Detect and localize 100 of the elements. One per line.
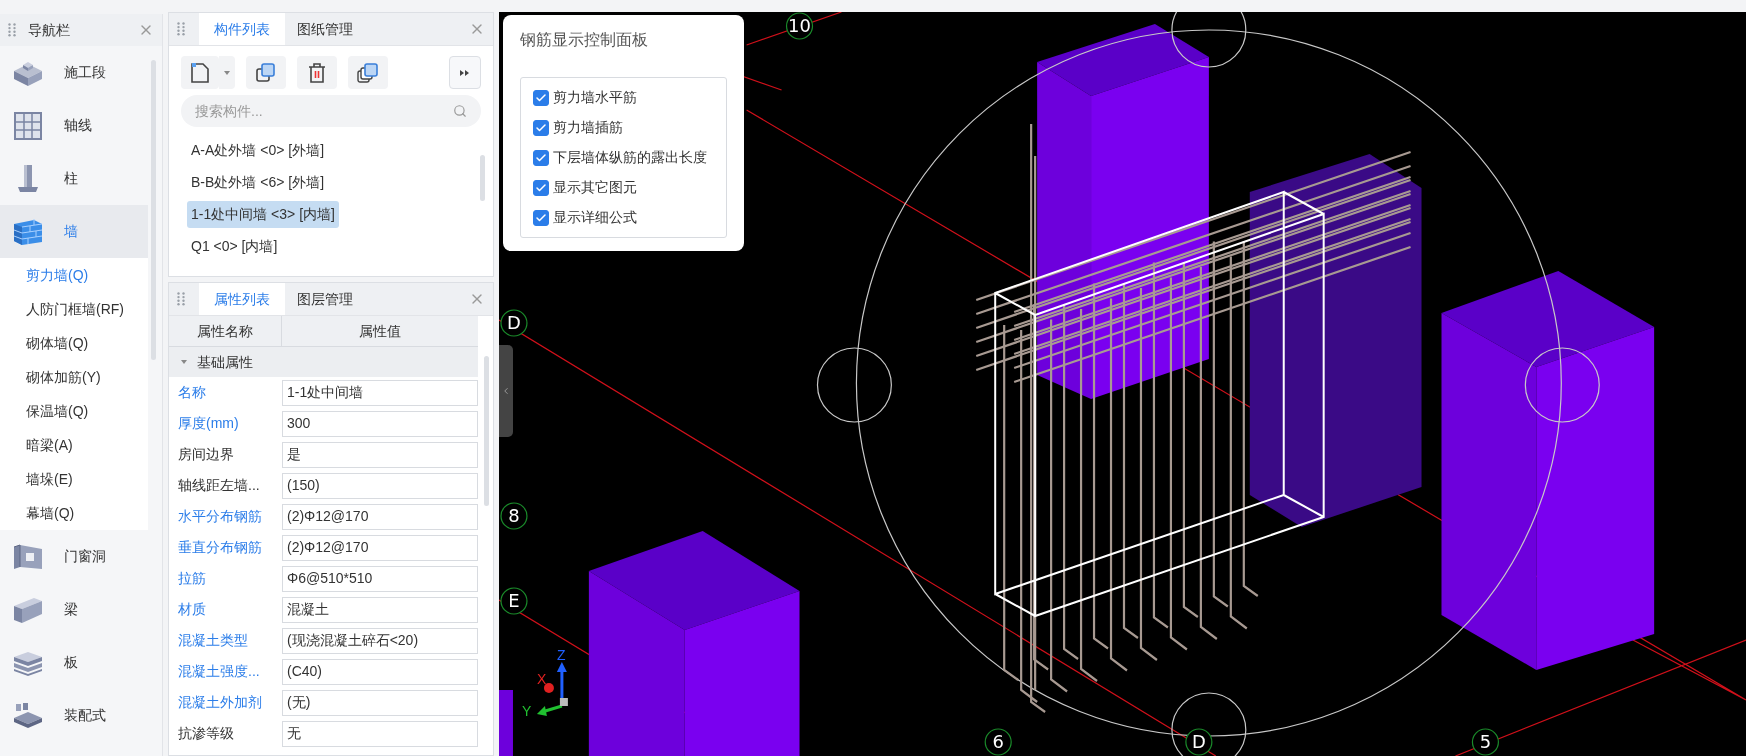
grid-axis-label: E	[500, 587, 528, 615]
panel-tab[interactable]: 属性列表	[199, 283, 285, 315]
nav-item[interactable]: 板	[0, 636, 148, 689]
nav-label: 装配式	[64, 706, 106, 725]
checkbox-label[interactable]: 显示其它图元	[553, 177, 637, 198]
checkbox-label[interactable]: 下层墙体纵筋的露出长度	[553, 147, 707, 168]
grid-icon	[14, 111, 42, 140]
checkbox-label[interactable]: 剪力墙水平筋	[553, 87, 637, 108]
property-value-field[interactable]: 300	[282, 410, 478, 437]
property-name: 房间边界	[177, 445, 235, 464]
3d-viewport[interactable]: 钢筋显示控制面板 剪力墙水平筋 剪力墙插筋 下层墙体纵筋的露出长度 显示其它图元 显示详细公式 10 D 8 E 6 D 5 X Y Z	[499, 12, 1746, 756]
search-field[interactable]: 搜索构件...	[181, 95, 481, 127]
grip-icon[interactable]	[8, 23, 16, 37]
grid-axis-label: 10	[785, 12, 814, 40]
grid-axis-label: D	[1185, 728, 1213, 756]
nav-label: 墙	[64, 222, 78, 241]
property-value-field[interactable]: 1-1处中间墙	[282, 379, 478, 406]
check-icon	[535, 121, 547, 134]
column-header: 属性值	[358, 321, 402, 341]
beam-icon	[12, 595, 44, 624]
nav-item[interactable]: 梁	[0, 583, 148, 636]
checkbox-label[interactable]: 剪力墙插筋	[553, 117, 623, 138]
property-name: 轴线距左墙...	[177, 476, 261, 495]
nav-item[interactable]: 墙	[0, 205, 148, 258]
property-name: 混凝土强度...	[177, 662, 261, 681]
checkbox[interactable]	[533, 119, 549, 136]
nav-item[interactable]: 装配式	[0, 689, 148, 742]
more-button[interactable]	[449, 56, 481, 89]
property-value-field[interactable]: 是	[282, 441, 478, 468]
copy-button[interactable]	[246, 56, 286, 89]
group-label: 基础属性	[197, 352, 253, 372]
property-value-field[interactable]: (现浇混凝土碎石<20)	[282, 627, 478, 654]
axis-gizmo-drawing: X Y Z	[521, 647, 568, 719]
copy-to-button[interactable]	[348, 56, 388, 89]
brick-wall-icon	[12, 217, 44, 246]
panel-tab[interactable]: 图纸管理	[285, 13, 365, 45]
panel-tab[interactable]: 构件列表	[199, 13, 285, 45]
layers-icon	[357, 61, 379, 84]
nav-item[interactable]: 轴线	[0, 99, 148, 152]
component-item[interactable]: A-A处外墙 <0> [外墙]	[187, 137, 329, 164]
property-value-field[interactable]: 无	[282, 720, 478, 747]
component-item[interactable]: 1-1处中间墙 <3> [内墙]	[187, 201, 339, 228]
nav-label: 门窗洞	[64, 547, 106, 566]
property-value-field[interactable]: (2)Φ12@170	[282, 503, 478, 530]
prefab-icon	[12, 701, 44, 730]
property-value-field[interactable]: (C40)	[282, 658, 478, 685]
nav-item[interactable]: 柱	[0, 152, 148, 205]
group-row[interactable]: 基础属性	[169, 347, 478, 377]
opening-icon	[12, 542, 44, 571]
grid-axis-label: 5	[1471, 728, 1499, 756]
property-name: 抗渗等级	[177, 724, 235, 743]
grid-axis-label: 8	[500, 502, 528, 530]
chevron-left-icon	[501, 386, 511, 396]
collapse-handle[interactable]	[499, 345, 513, 437]
property-name: 垂直分布钢筋	[177, 538, 263, 557]
property-value-field[interactable]: (2)Φ12@170	[282, 534, 478, 561]
column-header: 属性名称	[169, 316, 282, 346]
check-icon	[535, 181, 547, 194]
property-name: 水平分布钢筋	[177, 507, 263, 526]
nav-item[interactable]: 施工段	[0, 46, 148, 99]
nav-subitem[interactable]: 暗梁(A)	[0, 428, 148, 462]
file-icon	[190, 61, 210, 84]
property-name: 材质	[177, 600, 207, 619]
nav-subitem[interactable]: 墙垛(E)	[0, 462, 148, 496]
nav-item[interactable]: 门窗洞	[0, 530, 148, 583]
component-item[interactable]: Q1 <0> [内墙]	[187, 233, 282, 260]
property-value-field[interactable]: (无)	[282, 689, 478, 716]
grid-axis-label: D	[500, 309, 528, 337]
scrollbar[interactable]	[480, 155, 485, 201]
panel-title: 钢筋显示控制面板	[520, 30, 649, 50]
nav-label: 柱	[64, 169, 78, 188]
component-item[interactable]: B-B处外墙 <6> [外墙]	[187, 169, 329, 196]
column-block	[499, 690, 513, 756]
property-value-field[interactable]: 混凝土	[282, 596, 478, 623]
nav-subitem[interactable]: 砌体加筋(Y)	[0, 360, 148, 394]
checkbox[interactable]	[533, 209, 549, 226]
scrollbar[interactable]	[484, 356, 489, 506]
checkbox[interactable]	[533, 89, 549, 106]
property-value-field[interactable]: (150)	[282, 472, 478, 499]
grid-axis-label: 6	[984, 728, 1012, 756]
nav-subitem[interactable]: 幕墙(Q)	[0, 496, 148, 530]
checkbox[interactable]	[533, 179, 549, 196]
nav-subitem[interactable]: 剪力墙(Q)	[0, 258, 148, 292]
nav-subitem[interactable]: 人防门框墙(RF)	[0, 292, 148, 326]
grip-icon[interactable]	[177, 292, 185, 306]
nav-subitem[interactable]: 保温墙(Q)	[0, 394, 148, 428]
delete-button[interactable]	[297, 56, 337, 89]
new-file-button[interactable]	[181, 56, 219, 89]
scrollbar[interactable]	[151, 60, 156, 360]
nav-subitem[interactable]: 砌体墙(Q)	[0, 326, 148, 360]
checkbox[interactable]	[533, 149, 549, 166]
property-name: 厚度(mm)	[177, 414, 240, 433]
search-icon[interactable]	[453, 104, 467, 118]
property-name: 名称	[177, 383, 207, 402]
panel-tab[interactable]: 图层管理	[285, 283, 365, 315]
grip-icon[interactable]	[177, 22, 185, 36]
checkbox-label[interactable]: 显示详细公式	[553, 207, 637, 228]
property-value-field[interactable]: Φ6@510*510	[282, 565, 478, 592]
nav-label: 施工段	[64, 63, 106, 82]
column-icon	[16, 163, 40, 194]
